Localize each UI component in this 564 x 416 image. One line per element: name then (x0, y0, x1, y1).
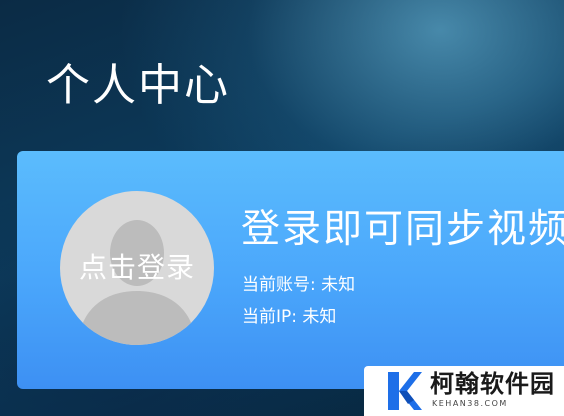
current-ip-label: 当前IP: (242, 307, 297, 327)
current-account-value: 未知 (321, 275, 356, 295)
k-logo-icon (388, 372, 422, 410)
current-ip-value: 未知 (302, 307, 337, 327)
login-prompt: 登录即可同步视频 (241, 207, 564, 252)
current-ip-row: 当前IP: 未知 (242, 307, 336, 327)
user-card: 点击登录 登录即可同步视频 当前账号: 未知 当前IP: 未知 (17, 151, 564, 389)
watermark-site-url: KEHAN38.COM (432, 399, 508, 408)
login-avatar-button[interactable]: 点击登录 (60, 191, 214, 345)
current-account-label: 当前账号: (242, 275, 316, 295)
avatar-login-label: 点击登录 (78, 251, 195, 284)
current-account-row: 当前账号: 未知 (242, 275, 355, 295)
watermark-site-name: 柯翰软件园 (430, 370, 555, 398)
site-watermark: 柯翰软件园 KEHAN38.COM (364, 366, 564, 416)
page-title: 个人中心 (46, 60, 230, 111)
